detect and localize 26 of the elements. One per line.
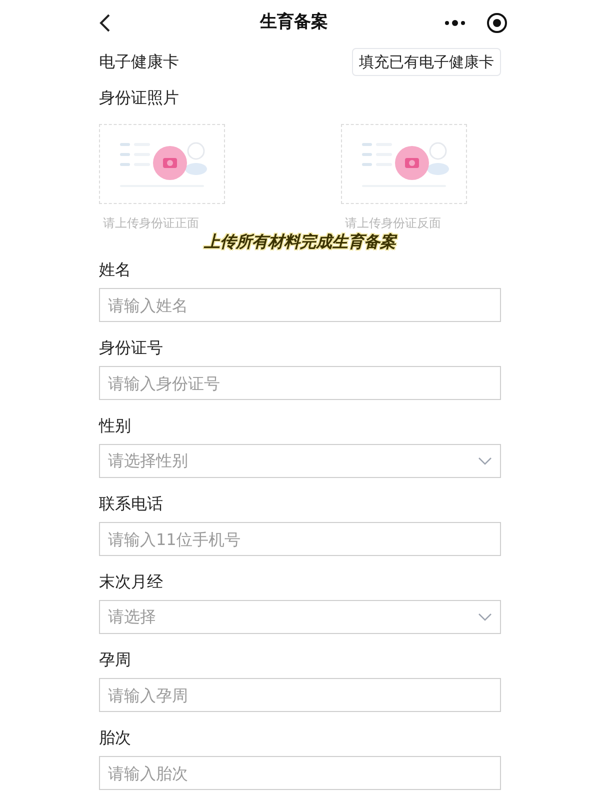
more-icon[interactable] <box>445 20 465 26</box>
upload-hint: 请上传身份证反面 <box>345 215 441 232</box>
field-label: 电子健康卡 <box>99 50 179 73</box>
input-field[interactable]: 请输入胎次 <box>99 756 501 790</box>
select-field[interactable]: 请选择 <box>99 600 501 634</box>
field-label: 身份证号 <box>99 337 164 359</box>
field-label: 身份证照片 <box>98 87 180 109</box>
field-label: 胎次 <box>99 727 132 749</box>
input-field[interactable]: 请输入孕周 <box>99 678 501 712</box>
field-label: 性别 <box>99 415 132 437</box>
input-field[interactable]: 请输入身份证号 <box>99 366 501 400</box>
video-caption: 上传所有材料完成生育备案 <box>204 231 396 253</box>
page-title: 生育备案 <box>260 11 328 34</box>
field-label: 末次月经 <box>99 571 164 593</box>
field-label: 联系电话 <box>99 493 164 515</box>
upload-hint: 请上传身份证正面 <box>103 215 199 232</box>
input-field[interactable]: 请输入姓名 <box>99 288 501 322</box>
close-target-icon[interactable] <box>487 12 507 33</box>
fill-health-card-button[interactable]: 填充已有电子健康卡 <box>352 48 501 76</box>
back-icon <box>99 12 111 33</box>
input-field[interactable]: 请输入11位手机号 <box>99 522 501 556</box>
select-field[interactable]: 请选择性别 <box>99 444 501 478</box>
chevron-down-icon <box>478 457 492 465</box>
field-label: 姓名 <box>99 259 132 281</box>
chevron-down-icon <box>478 613 492 621</box>
field-label: 孕周 <box>99 649 132 671</box>
